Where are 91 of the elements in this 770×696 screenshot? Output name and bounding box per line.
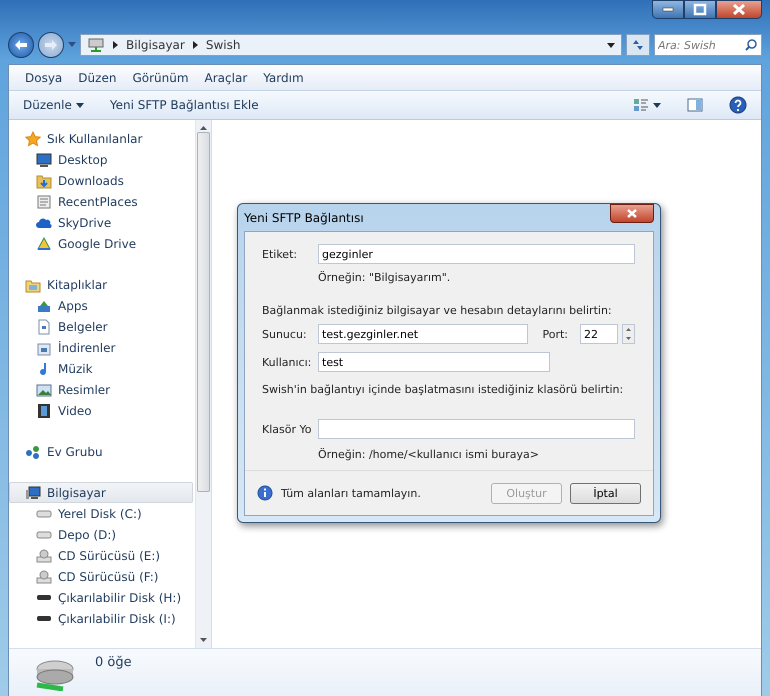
maximize-button[interactable]: [684, 0, 716, 19]
hint-text: Örneğin: /home/<kullanıcı ismi buraya>: [318, 448, 540, 461]
computer-icon: [25, 484, 41, 500]
caret-icon: [76, 102, 84, 108]
cd-drive-icon: [36, 548, 52, 564]
history-caret-icon[interactable]: [68, 42, 76, 48]
item-count: 0 öğe: [95, 655, 132, 672]
scrollbar-thumb[interactable]: [197, 132, 210, 492]
film-icon: [36, 402, 52, 418]
navigation-item[interactable]: Video: [9, 400, 193, 421]
close-button[interactable]: [610, 204, 654, 223]
status-text: Tüm alanları tamamlayın.: [281, 486, 421, 500]
document-icon: [36, 318, 52, 334]
chevron-icon: [113, 41, 118, 49]
breadcrumb[interactable]: Bilgisayar: [126, 38, 185, 52]
caret-icon: [653, 102, 661, 108]
monitor-icon: [36, 152, 52, 168]
navigation-item[interactable]: SkyDrive: [9, 212, 193, 233]
drive-triangle-icon: [36, 236, 52, 252]
navigation-item[interactable]: Depo (D:): [9, 524, 193, 545]
navigation-item[interactable]: RecentPlaces: [9, 191, 193, 212]
scrollbar[interactable]: [196, 120, 212, 648]
input-field[interactable]: gezginler: [318, 244, 635, 264]
navigation-item[interactable]: Sık Kullanılanlar: [9, 128, 193, 149]
close-button[interactable]: [716, 0, 762, 19]
picture-icon: [36, 382, 52, 398]
forward-button[interactable]: [38, 32, 64, 58]
address-bar[interactable]: Bilgisayar Swish: [80, 34, 622, 56]
navigation-item[interactable]: Müzik: [9, 358, 193, 379]
scroll-down-icon: [200, 638, 207, 642]
field-label: Kullanıcı:: [262, 356, 312, 368]
network-computer-icon: [87, 38, 105, 52]
download-folder-icon: [36, 172, 52, 188]
navigation-item[interactable]: CD Sürücüsü (E:): [9, 545, 193, 566]
input-field[interactable]: [318, 419, 635, 439]
navigation-item[interactable]: İndirenler: [9, 337, 193, 358]
navigation-item[interactable]: Çıkarılabilir Disk (I:): [9, 608, 193, 629]
instruction-text: Bağlanmak istediğiniz bilgisayar ve hesabın detaylarını belirtin:: [262, 304, 613, 317]
cancel-button[interactable]: İptal: [570, 482, 641, 504]
refresh-button[interactable]: [626, 34, 650, 56]
field-label: Sunucu:: [262, 328, 308, 340]
navigation-item[interactable]: CD Sürücüsü (F:): [9, 566, 193, 587]
navigation-item[interactable]: Desktop: [9, 149, 193, 170]
navigation-item[interactable]: Kitaplıklar: [9, 274, 193, 295]
back-arrow-icon: [14, 39, 28, 51]
star-icon: [25, 130, 41, 146]
dropdown-caret-icon[interactable]: [607, 42, 615, 48]
network-people-icon: [25, 444, 41, 460]
chevron-icon: [192, 41, 198, 49]
info-icon: [257, 485, 273, 501]
view-list-icon: [633, 98, 649, 112]
input-field[interactable]: test.gezginler.net: [318, 324, 528, 344]
cd-drive-icon: [36, 568, 52, 584]
navigation-item[interactable]: Downloads: [9, 170, 193, 191]
menu-item[interactable]: Dosya: [19, 68, 68, 86]
organize-button[interactable]: Düzenle: [17, 96, 90, 114]
spin-button[interactable]: [622, 324, 635, 344]
field-label: Klasör Yo: [262, 422, 312, 436]
help-icon: [729, 96, 747, 114]
menu-item[interactable]: Düzen: [72, 68, 122, 86]
input-field[interactable]: test: [318, 352, 550, 372]
dialog-title: Yeni SFTP Bağlantısı: [244, 210, 364, 225]
instruction-text: Swish'in bağlantıyı içinde başlatmasını istediğiniz klasörü belirtin:: [262, 383, 624, 396]
search-icon: [745, 39, 757, 51]
scroll-up-icon: [200, 126, 207, 130]
recent-places-icon: [36, 194, 52, 210]
field-label: Port:: [542, 328, 568, 340]
command-button[interactable]: Yeni SFTP Bağlantısı Ekle: [104, 96, 265, 114]
navigation-item[interactable]: Çıkarılabilir Disk (H:): [9, 587, 193, 608]
minimize-button[interactable]: [652, 0, 684, 19]
preview-pane-icon: [687, 98, 703, 112]
port-field[interactable]: 22: [580, 324, 618, 344]
navigation-item[interactable]: Apps: [9, 295, 193, 316]
close-icon: [626, 208, 638, 219]
breadcrumb[interactable]: Swish: [206, 38, 240, 52]
menu-item[interactable]: Görünüm: [126, 68, 195, 86]
navigation-item[interactable]: Ev Grubu: [9, 441, 193, 462]
navigation-item[interactable]: Belgeler: [9, 316, 193, 337]
close-icon: [731, 2, 747, 17]
refresh-arrows-icon: [631, 39, 645, 51]
maximize-icon: [692, 2, 708, 17]
menu-item[interactable]: Araçlar: [198, 68, 254, 86]
hint-text: Örneğin: "Bilgisayarım".: [318, 271, 452, 284]
field-label: Etiket:: [262, 248, 298, 260]
navigation-item[interactable]: Yerel Disk (C:): [9, 503, 193, 524]
back-button[interactable]: [8, 32, 34, 58]
menu-item[interactable]: Yardım: [257, 68, 310, 86]
navigation-item[interactable]: Resimler: [9, 379, 193, 400]
navigation-item[interactable]: Google Drive: [9, 233, 193, 254]
forward-arrow-icon: [44, 39, 58, 51]
navigation-item[interactable]: Bilgisayar: [9, 482, 193, 503]
